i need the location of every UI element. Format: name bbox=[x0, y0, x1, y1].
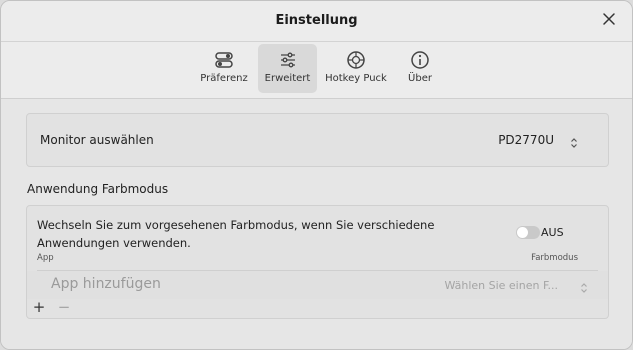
column-header-color-mode: Farbmodus bbox=[531, 253, 578, 263]
section-title: Anwendung Farbmodus bbox=[27, 182, 169, 196]
close-icon bbox=[603, 13, 615, 25]
tab-praeferenz[interactable]: Präferenz bbox=[199, 44, 249, 93]
monitor-select[interactable]: PD2770U bbox=[498, 133, 554, 147]
add-app-field[interactable]: App hinzufügen bbox=[51, 276, 161, 292]
window-title: Einstellung bbox=[275, 13, 358, 28]
settings-content: Monitor auswählen PD2770U Anwendung Farb… bbox=[1, 99, 632, 349]
tab-label: Über bbox=[408, 73, 432, 84]
puck-icon bbox=[347, 51, 365, 69]
column-header-app: App bbox=[37, 253, 54, 263]
tab-label: Erweitert bbox=[264, 73, 311, 84]
sliders-icon bbox=[280, 52, 295, 68]
toggle-knob bbox=[517, 227, 528, 238]
toolbar: Präferenz Erweitert Hotkey Puck Über bbox=[1, 42, 632, 99]
toggles-icon bbox=[215, 52, 233, 68]
color-mode-select[interactable]: Wählen Sie einen F... bbox=[444, 279, 558, 292]
app-list-row: App hinzufügen Wählen Sie einen F... bbox=[27, 271, 608, 299]
app-mode-toggle[interactable] bbox=[516, 226, 540, 239]
chevron-updown-icon bbox=[581, 283, 587, 293]
tab-erweitert[interactable]: Erweitert bbox=[258, 44, 317, 93]
description-text: Wechseln Sie zum vorgesehenen Farbmodus,… bbox=[37, 218, 435, 250]
remove-app-button[interactable]: − bbox=[57, 299, 71, 315]
tab-label: Präferenz bbox=[200, 73, 248, 84]
title-bar: Einstellung bbox=[1, 1, 632, 42]
add-app-button[interactable]: + bbox=[32, 299, 46, 315]
monitor-label: Monitor auswählen bbox=[40, 133, 154, 147]
monitor-select-row: Monitor auswählen PD2770U bbox=[26, 113, 609, 167]
color-mode-stepper[interactable] bbox=[580, 279, 588, 298]
monitor-stepper[interactable] bbox=[570, 134, 578, 153]
info-icon bbox=[411, 51, 429, 69]
tab-label: Hotkey Puck bbox=[325, 73, 387, 84]
close-button[interactable] bbox=[600, 10, 618, 28]
app-color-mode-panel: Wechseln Sie zum vorgesehenen Farbmodus,… bbox=[26, 205, 609, 319]
tab-ueber[interactable]: Über bbox=[400, 44, 440, 93]
toggle-state-label: AUS bbox=[541, 226, 564, 239]
settings-window: Einstellung Präferenz Erweitert Hotkey P… bbox=[0, 0, 633, 350]
tab-hotkey-puck[interactable]: Hotkey Puck bbox=[324, 44, 388, 93]
chevron-updown-icon bbox=[571, 138, 577, 148]
